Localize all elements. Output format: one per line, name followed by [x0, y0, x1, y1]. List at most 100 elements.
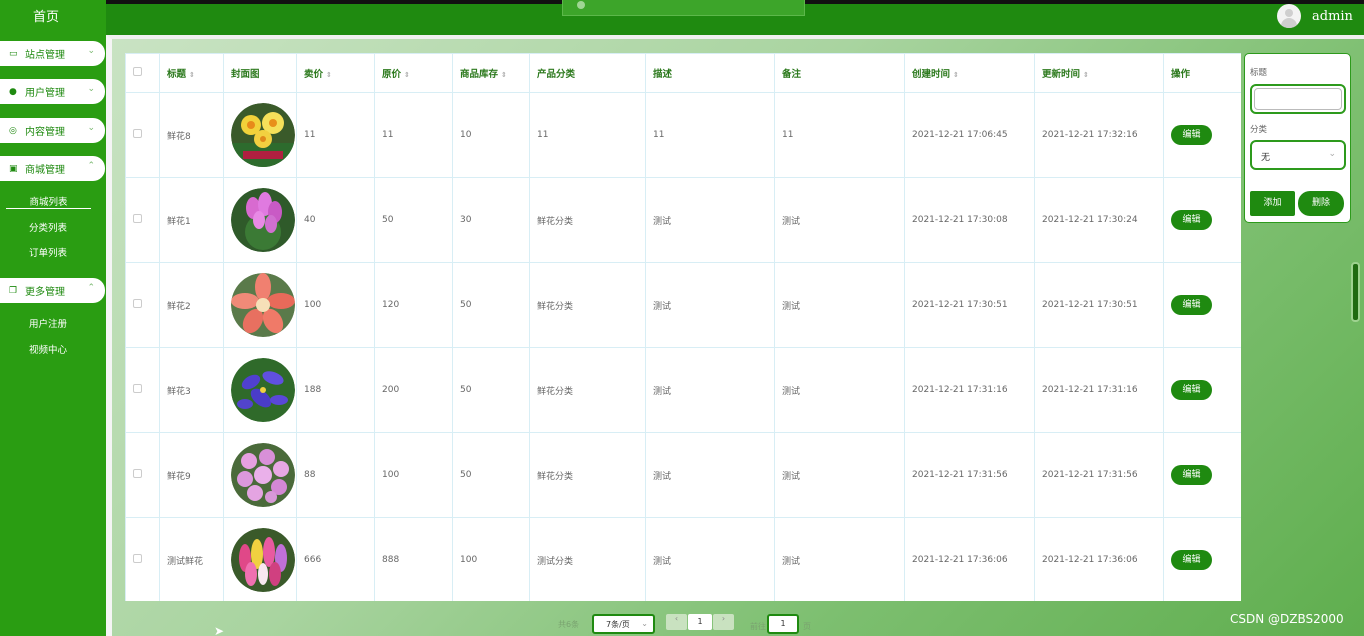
sidebar-item-order-list[interactable]: 订单列表	[0, 245, 96, 259]
table-row: 鲜花9 88 100 50 鲜花分类 测试 测试 2021-12-21 17:3…	[125, 432, 1241, 518]
select-all-checkbox[interactable]	[125, 53, 160, 93]
username[interactable]: admin	[1312, 9, 1353, 24]
sort-icon: ⇕	[501, 71, 507, 79]
prev-page-button[interactable]: ‹	[666, 614, 687, 630]
sidebar-item-mall-list[interactable]: 商城列表	[6, 194, 91, 209]
menu-label: 更多管理	[25, 287, 65, 298]
home-link[interactable]: 首页	[0, 6, 92, 25]
cell-stock: 30	[452, 177, 530, 263]
cell-title: 鲜花9	[159, 432, 224, 518]
col-header-updated[interactable]: 更新时间 ⇕	[1034, 53, 1164, 93]
edit-button[interactable]: 编辑	[1171, 210, 1212, 230]
toast-notification	[562, 0, 805, 16]
cell-title: 鲜花8	[159, 92, 224, 178]
cell-stock: 50	[452, 262, 530, 348]
copy-icon: ❐	[9, 285, 18, 296]
category-select[interactable]: 无 ⌄	[1250, 140, 1346, 170]
menu-user-management[interactable]: ● 用户管理 ⌄	[0, 79, 105, 104]
chevron-up-icon: ⌃	[87, 283, 95, 293]
menu-label: 商城管理	[25, 165, 65, 176]
chevron-down-icon: ⌄	[87, 123, 95, 133]
chevron-right-icon: ›	[721, 614, 726, 623]
menu-content-management[interactable]: ◎ 内容管理 ⌄	[0, 118, 105, 143]
cell-category: 鲜花分类	[529, 262, 646, 348]
col-header-sell-price[interactable]: 卖价 ⇕	[296, 53, 375, 93]
page-number-current[interactable]: 1	[688, 614, 712, 630]
sidebar: 首页 ▭ 站点管理 ⌄ ● 用户管理 ⌄ ◎ 内容管理 ⌄ ▣ 商城管理 ⌃ 商…	[0, 0, 106, 636]
edit-button[interactable]: 编辑	[1171, 550, 1212, 570]
cell-sell-price: 11	[296, 92, 375, 178]
menu-more-management[interactable]: ❐ 更多管理 ⌃	[0, 278, 105, 303]
table-row: 鲜花8 11 11 10 11 11 11 2021-12-21 17:06:4…	[125, 92, 1241, 178]
row-checkbox[interactable]	[125, 347, 160, 433]
cell-actions: 编辑	[1163, 517, 1241, 601]
col-header-note: 备注	[774, 53, 905, 93]
goto-page-input[interactable]: 1	[767, 614, 799, 634]
cell-cover	[223, 177, 297, 263]
bag-icon: ▣	[9, 163, 18, 174]
user-icon: ●	[9, 86, 17, 97]
cell-cover	[223, 262, 297, 348]
next-page-button[interactable]: ›	[713, 614, 734, 630]
row-checkbox[interactable]	[125, 517, 160, 601]
add-button[interactable]: 添加	[1250, 191, 1295, 216]
title-input[interactable]	[1250, 84, 1346, 114]
edit-button[interactable]: 编辑	[1171, 380, 1212, 400]
cell-created: 2021-12-21 17:30:08	[904, 177, 1035, 263]
cell-cover	[223, 517, 297, 601]
search-form-panel: 标题 分类 无 ⌄ 添加 删除	[1244, 53, 1351, 223]
cell-updated: 2021-12-21 17:31:16	[1034, 347, 1164, 433]
scrollbar-thumb[interactable]	[1351, 262, 1360, 322]
pagination-total: 共6条	[558, 620, 580, 629]
sidebar-item-category-list[interactable]: 分类列表	[0, 220, 96, 234]
cell-note: 11	[774, 92, 905, 178]
pink-flowers-image	[231, 443, 295, 507]
cell-cover	[223, 432, 297, 518]
cell-sell-price: 100	[296, 262, 375, 348]
col-header-orig-price[interactable]: 原价 ⇕	[374, 53, 453, 93]
cell-actions: 编辑	[1163, 432, 1241, 518]
col-header-created[interactable]: 创建时间 ⇕	[904, 53, 1035, 93]
cell-created: 2021-12-21 17:31:16	[904, 347, 1035, 433]
amaryllis-image	[231, 273, 295, 337]
category-select-value: 无	[1261, 153, 1271, 163]
sort-icon: ⇕	[953, 71, 959, 79]
cell-sell-price: 188	[296, 347, 375, 433]
col-header-stock[interactable]: 商品库存 ⇕	[452, 53, 530, 93]
cell-cover	[223, 347, 297, 433]
sort-icon: ⇕	[1083, 71, 1089, 79]
table-row: 测试鲜花 666 888 100 测试分类 测试 测试 2021-12-21 1…	[125, 517, 1241, 601]
table-row: 鲜花3 188 200 50 鲜花分类 测试 测试 2021-12-21 17:…	[125, 347, 1241, 433]
table-header-row: 标题 ⇕ 封面图 卖价 ⇕ 原价 ⇕ 商品库存 ⇕ 产品分类 描述 备注 创建时间 ⇕ 更…	[125, 53, 1241, 93]
cell-description: 测试	[645, 177, 775, 263]
cell-note: 测试	[774, 517, 905, 601]
mouse-cursor-icon: ➤	[214, 624, 225, 636]
delete-button[interactable]: 删除	[1298, 191, 1344, 216]
edit-button[interactable]: 编辑	[1171, 465, 1212, 485]
cell-actions: 编辑	[1163, 262, 1241, 348]
col-header-title[interactable]: 标题 ⇕	[159, 53, 224, 93]
chevron-left-icon: ‹	[674, 614, 679, 623]
daffodil-image	[231, 103, 295, 167]
cell-cover	[223, 92, 297, 178]
menu-mall-management[interactable]: ▣ 商城管理 ⌃	[0, 156, 105, 181]
cell-stock: 100	[452, 517, 530, 601]
row-checkbox[interactable]	[125, 262, 160, 348]
edit-button[interactable]: 编辑	[1171, 125, 1212, 145]
cell-category: 鲜花分类	[529, 177, 646, 263]
cell-description: 11	[645, 92, 775, 178]
row-checkbox[interactable]	[125, 92, 160, 178]
cell-note: 测试	[774, 432, 905, 518]
sidebar-item-user-register[interactable]: 用户注册	[0, 316, 96, 330]
row-checkbox[interactable]	[125, 177, 160, 263]
chevron-down-icon: ⌄	[87, 84, 95, 94]
row-checkbox[interactable]	[125, 432, 160, 518]
edit-button[interactable]: 编辑	[1171, 295, 1212, 315]
cell-orig-price: 100	[374, 432, 453, 518]
cell-created: 2021-12-21 17:06:45	[904, 92, 1035, 178]
sidebar-item-video-center[interactable]: 视频中心	[0, 342, 96, 356]
page-size-select[interactable]: 7条/页 ⌄	[592, 614, 655, 634]
chevron-up-icon: ⌃	[87, 161, 95, 171]
avatar[interactable]	[1277, 4, 1301, 28]
menu-site-management[interactable]: ▭ 站点管理 ⌄	[0, 41, 105, 66]
